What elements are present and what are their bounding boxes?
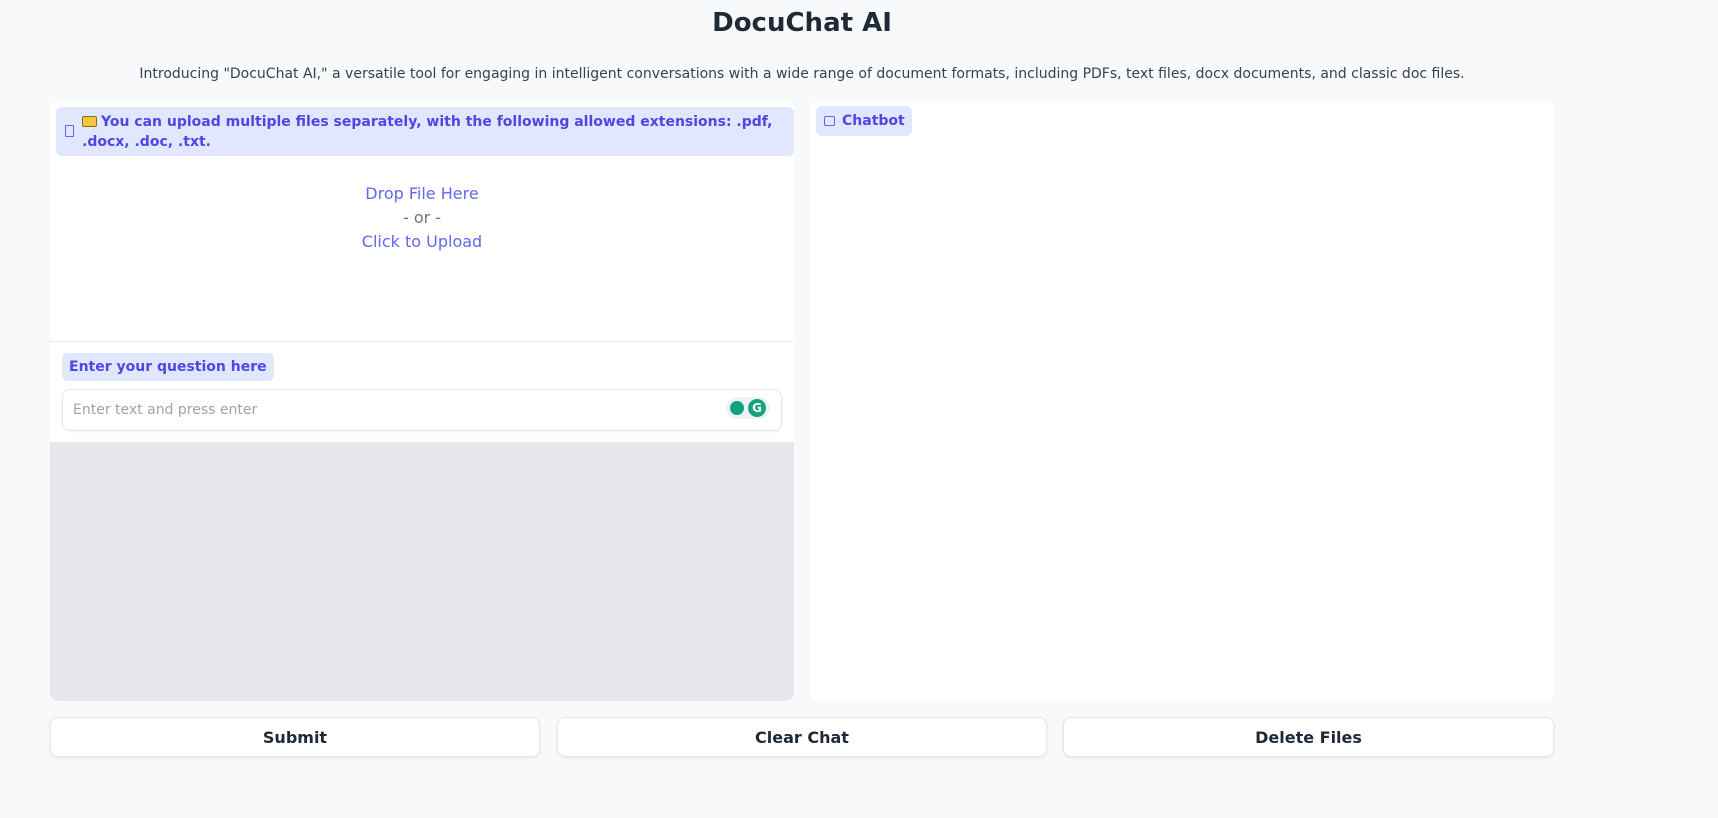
drop-or-text: - or -: [402, 208, 442, 227]
question-panel: Enter your question here G: [50, 343, 794, 442]
grammarly-icon[interactable]: G: [748, 399, 766, 417]
file-upload-label-text: You can upload multiple files separately…: [82, 114, 773, 150]
chatbot-label: Chatbot: [816, 106, 912, 136]
output-area: [50, 442, 794, 701]
lightbulb-icon[interactable]: [730, 401, 744, 415]
page-title: DocuChat AI: [712, 8, 892, 38]
click-to-upload-text[interactable]: Click to Upload: [50, 230, 794, 254]
chatbot-label-text: Chatbot: [842, 113, 905, 129]
question-input[interactable]: [62, 389, 782, 431]
folder-icon: [82, 116, 97, 127]
drop-zone[interactable]: Drop File Here - or - Click to Upload: [50, 182, 794, 254]
page-subtitle: Introducing "DocuChat AI," a versatile t…: [139, 66, 1465, 82]
submit-button[interactable]: Submit: [50, 717, 540, 757]
extension-icons[interactable]: G: [726, 397, 770, 419]
question-label: Enter your question here: [62, 353, 274, 381]
clear-chat-button[interactable]: Clear Chat: [557, 717, 1047, 757]
chat-icon: [824, 116, 835, 126]
file-upload-panel[interactable]: You can upload multiple files separately…: [50, 102, 794, 342]
file-upload-label: You can upload multiple files separately…: [56, 107, 794, 156]
drop-file-text[interactable]: Drop File Here: [50, 182, 794, 206]
file-icon: [65, 125, 74, 137]
left-column: You can upload multiple files separately…: [50, 102, 794, 701]
page: DocuChat AI Introducing "DocuChat AI," a…: [0, 0, 1718, 818]
chatbot-panel: Chatbot: [810, 102, 1554, 701]
delete-files-button[interactable]: Delete Files: [1063, 717, 1554, 757]
